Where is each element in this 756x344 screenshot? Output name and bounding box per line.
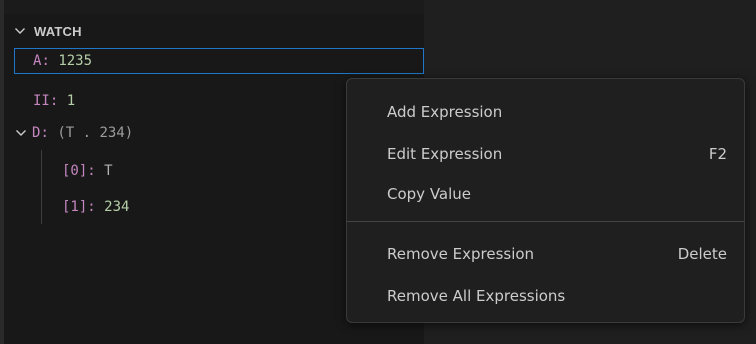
watch-item-value: (T . 234) <box>57 125 134 141</box>
menu-separator <box>347 221 744 222</box>
watch-item-colon: : <box>49 93 59 109</box>
menu-item-remove-expression[interactable]: Remove Expression Delete <box>387 239 727 269</box>
debug-view: WATCH A: 1235 II: 1 D: (T . 234) [0]: T … <box>0 0 756 344</box>
watch-item-colon: : <box>40 125 49 141</box>
watch-item-value: 1235 <box>58 53 93 69</box>
watch-item-name: A <box>33 53 42 69</box>
watch-item-value: 1 <box>66 93 76 109</box>
menu-item-label: Remove All Expressions <box>387 287 566 305</box>
menu-item-shortcut: F2 <box>708 145 727 163</box>
watch-item-name: [1] <box>62 199 88 215</box>
menu-item-label: Edit Expression <box>387 145 503 163</box>
panel-top-strip <box>4 0 424 14</box>
tree-indent-guide <box>41 150 42 224</box>
menu-item-label: Remove Expression <box>387 245 535 263</box>
watch-item-colon: : <box>87 163 96 179</box>
watch-item-colon: : <box>87 199 96 215</box>
watch-item-a[interactable]: A: 1235 <box>14 48 424 74</box>
menu-item-edit-expression[interactable]: Edit Expression F2 <box>387 139 727 169</box>
watch-item-value: T <box>104 163 113 179</box>
context-menu: Add Expression Edit Expression F2 Copy V… <box>346 78 745 323</box>
watch-item-colon: : <box>41 53 50 69</box>
watch-section-header[interactable]: WATCH <box>12 18 82 44</box>
watch-section-title: WATCH <box>34 23 82 39</box>
menu-item-copy-value[interactable]: Copy Value <box>387 179 727 209</box>
menu-item-add-expression[interactable]: Add Expression <box>387 97 727 127</box>
menu-item-label: Add Expression <box>387 103 503 121</box>
watch-item-name: D <box>32 125 41 141</box>
menu-item-shortcut: Delete <box>677 245 727 263</box>
watch-item-name: II <box>33 93 50 109</box>
menu-item-label: Copy Value <box>387 185 472 203</box>
menu-item-remove-all-expressions[interactable]: Remove All Expressions <box>387 281 727 311</box>
watch-item-value: 234 <box>104 199 130 215</box>
watch-item-name: [0] <box>62 163 88 179</box>
chevron-down-icon <box>12 23 28 39</box>
chevron-down-icon[interactable] <box>14 126 28 140</box>
